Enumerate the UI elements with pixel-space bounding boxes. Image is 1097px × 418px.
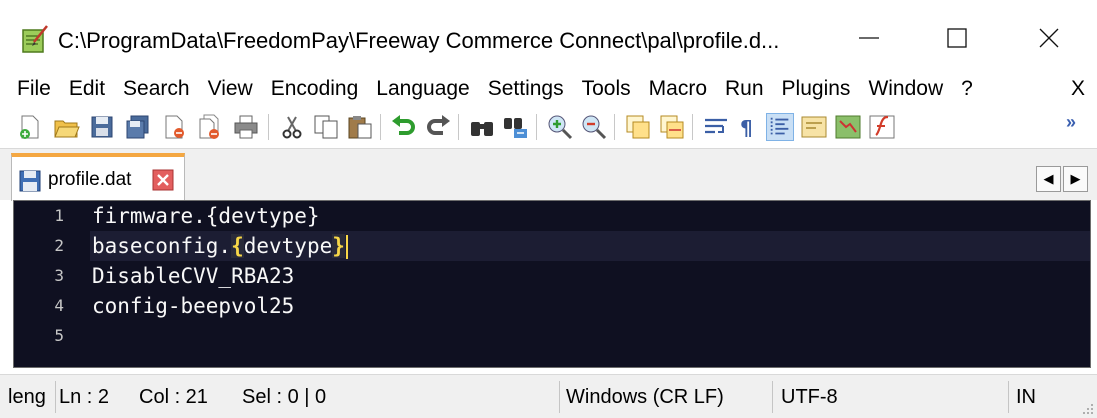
- cut-icon[interactable]: [278, 113, 306, 141]
- close-all-icon[interactable]: [196, 113, 224, 141]
- code-line-4[interactable]: config-beepvol25: [90, 291, 1090, 321]
- fold-margin[interactable]: [76, 201, 90, 367]
- document-map-icon[interactable]: [834, 113, 862, 141]
- toolbar-overflow-button[interactable]: »: [1066, 112, 1076, 133]
- close-button[interactable]: [1026, 18, 1072, 58]
- menu-file[interactable]: File: [0, 72, 60, 106]
- maximize-button[interactable]: [934, 18, 980, 58]
- minimize-icon: [859, 37, 879, 39]
- menu-view[interactable]: View: [199, 72, 262, 106]
- toolbar-separator: [536, 114, 537, 140]
- status-bar: leng Ln : 2 Col : 21 Sel : 0 | 0 Windows…: [0, 374, 1097, 418]
- status-separator: [559, 381, 560, 413]
- save-icon[interactable]: [88, 113, 116, 141]
- status-separator: [772, 381, 773, 413]
- redo-icon[interactable]: [424, 113, 452, 141]
- tab-scroll-left-button[interactable]: ◀: [1036, 166, 1061, 192]
- window-title: C:\ProgramData\FreedomPay\Freeway Commer…: [58, 28, 780, 53]
- code-text: devtype: [243, 234, 333, 258]
- word-wrap-icon[interactable]: [702, 113, 730, 141]
- toolbar-separator: [614, 114, 615, 140]
- status-separator: [55, 381, 56, 413]
- line-number: 4: [54, 296, 64, 315]
- open-file-icon[interactable]: [52, 113, 80, 141]
- menu-edit[interactable]: Edit: [60, 72, 114, 106]
- menu-bar: File Edit Search View Encoding Language …: [0, 72, 1097, 106]
- maximize-icon: [947, 28, 967, 48]
- status-separator: [1008, 381, 1009, 413]
- code-line-5[interactable]: [90, 321, 1090, 351]
- menu-window[interactable]: Window: [859, 72, 952, 106]
- status-column: Col : 21: [139, 386, 208, 408]
- paste-icon[interactable]: [346, 113, 374, 141]
- menu-macro[interactable]: Macro: [640, 72, 716, 106]
- user-defined-language-icon[interactable]: [800, 113, 828, 141]
- toolbar-separator: [692, 114, 693, 140]
- line-number: 3: [54, 266, 64, 285]
- code-text: baseconfig.: [92, 234, 232, 258]
- menu-plugins[interactable]: Plugins: [773, 72, 860, 106]
- line-number: 5: [54, 326, 64, 345]
- menu-encoding[interactable]: Encoding: [262, 72, 368, 106]
- new-file-icon[interactable]: [16, 113, 44, 141]
- code-editor[interactable]: 1 2 3 4 5 firmware.{devtype} baseconfig.…: [13, 200, 1091, 368]
- status-insert-mode[interactable]: IN: [1016, 381, 1066, 413]
- status-selection: Sel : 0 | 0: [242, 386, 327, 408]
- print-icon[interactable]: [232, 113, 260, 141]
- notepad-plus-plus-icon: [22, 25, 48, 53]
- menu-run[interactable]: Run: [716, 72, 773, 106]
- toolbar-separator: [380, 114, 381, 140]
- line-number: 2: [54, 236, 64, 255]
- code-line-1[interactable]: firmware.{devtype}: [90, 201, 1090, 231]
- resize-grip-icon[interactable]: [1081, 402, 1095, 416]
- toolbar-separator: [268, 114, 269, 140]
- undo-icon[interactable]: [390, 113, 418, 141]
- find-icon[interactable]: [468, 113, 496, 141]
- menu-help[interactable]: ?: [952, 72, 982, 106]
- status-line-ending[interactable]: Windows (CR LF): [566, 381, 766, 413]
- close-file-icon[interactable]: [160, 113, 188, 141]
- tab-bar: profile.dat: [0, 148, 1097, 201]
- tab-label: profile.dat: [48, 169, 132, 190]
- menu-tools[interactable]: Tools: [573, 72, 640, 106]
- save-all-icon[interactable]: [124, 113, 152, 141]
- menu-settings[interactable]: Settings: [479, 72, 573, 106]
- line-number: 1: [54, 206, 64, 225]
- show-all-characters-icon[interactable]: ¶: [734, 113, 762, 141]
- svg-text:¶: ¶: [740, 116, 753, 140]
- toolbar-separator: [458, 114, 459, 140]
- copy-icon[interactable]: [312, 113, 340, 141]
- sync-vertical-icon[interactable]: [624, 113, 652, 141]
- close-document-button[interactable]: X: [1071, 72, 1085, 106]
- code-line-3[interactable]: DisableCVV_RBA23: [90, 261, 1090, 291]
- tab-close-icon[interactable]: [152, 169, 174, 191]
- menu-language[interactable]: Language: [367, 72, 478, 106]
- matched-brace-close: }: [332, 234, 345, 258]
- replace-icon[interactable]: [502, 113, 530, 141]
- text-caret: [345, 235, 348, 259]
- status-encoding[interactable]: UTF-8: [781, 381, 981, 413]
- status-line: Ln : 2: [59, 386, 110, 408]
- floppy-disk-icon: [19, 170, 41, 192]
- status-length: leng: [8, 386, 46, 408]
- sync-horizontal-icon[interactable]: [658, 113, 686, 141]
- matched-brace-open: {: [231, 234, 244, 258]
- zoom-out-icon[interactable]: [580, 113, 608, 141]
- title-bar: C:\ProgramData\FreedomPay\Freeway Commer…: [0, 0, 1097, 72]
- code-line-2[interactable]: baseconfig.{devtype}: [90, 231, 1090, 261]
- tab-profile-dat[interactable]: profile.dat: [11, 153, 185, 201]
- indent-guide-icon[interactable]: [766, 113, 794, 141]
- tab-scroll-right-button[interactable]: ▶: [1063, 166, 1088, 192]
- minimize-button[interactable]: [846, 18, 892, 58]
- toolbar: ¶ »: [0, 106, 1097, 148]
- zoom-in-icon[interactable]: [546, 113, 574, 141]
- function-list-icon[interactable]: [868, 113, 896, 141]
- menu-search[interactable]: Search: [114, 72, 199, 106]
- close-icon: [1039, 28, 1059, 48]
